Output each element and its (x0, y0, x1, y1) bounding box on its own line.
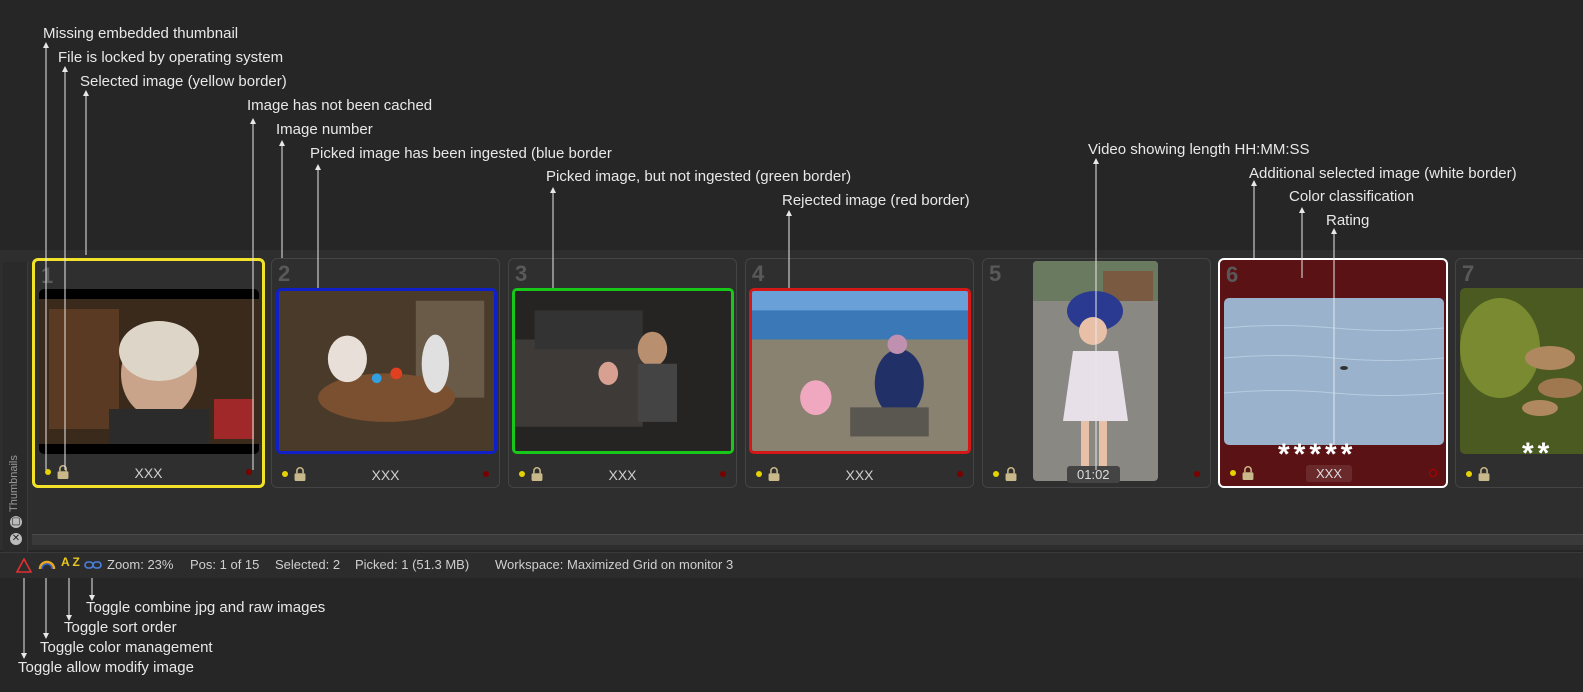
workspace-status: Workspace: Maximized Grid on monitor 3 (495, 557, 734, 572)
sort-order-icon[interactable]: A Z (61, 555, 80, 569)
image-number: 2 (278, 261, 291, 286)
annotation-rating: Rating (1326, 212, 1370, 229)
allow-modify-icon[interactable] (16, 558, 32, 573)
image-number: 3 (515, 261, 528, 286)
thumbnail-2[interactable]: 2 XXX (271, 258, 500, 488)
lock-icon (1005, 467, 1017, 481)
annotation-toggle-combine: Toggle combine jpg and raw images (86, 599, 326, 616)
thumbnail-image (512, 288, 734, 454)
not-cached-indicator (957, 471, 963, 477)
rating-stars: ** (1522, 437, 1554, 470)
missing-thumbnail-indicator (993, 471, 999, 477)
thumbnail-1[interactable]: 1 XXX (32, 258, 265, 488)
annotation-selected-yellow: Selected image (yellow border) (80, 73, 287, 90)
thumbnail-caption: XXX (845, 467, 874, 483)
annotation-video-length: Video showing length HH:MM:SS (1088, 141, 1310, 158)
thumbnail-image (749, 288, 971, 454)
thumbnail-caption: XXX (608, 467, 637, 483)
picked-status: Picked: 1 (51.3 MB) (355, 557, 470, 572)
not-cached-indicator (720, 471, 726, 477)
annotation-picked-ingested: Picked image has been ingested (blue bor… (310, 145, 612, 162)
not-cached-indicator (1429, 469, 1437, 477)
annotation-toggle-color: Toggle color management (40, 639, 213, 656)
thumbnail-5[interactable]: 5 01:02 (982, 258, 1211, 488)
position-status: Pos: 1 of 15 (190, 557, 260, 572)
thumbnail-image (276, 288, 497, 454)
image-number: 6 (1226, 262, 1239, 287)
missing-thumbnail-indicator (1230, 470, 1236, 476)
thumbnail-3[interactable]: 3 XXX (508, 258, 737, 488)
annotation-file-locked: File is locked by operating system (58, 49, 284, 66)
not-cached-indicator (483, 471, 489, 477)
annotation-picked-not-ingested: Picked image, but not ingested (green bo… (546, 168, 852, 185)
annotation-missing-thumbnail: Missing embedded thumbnail (43, 25, 239, 42)
missing-thumbnail-indicator (1466, 471, 1472, 477)
combine-raw-jpg-icon[interactable] (84, 560, 102, 570)
annotation-footer-area (0, 578, 1583, 692)
thumbnail-caption: XXX (371, 467, 400, 483)
image-number: 7 (1462, 261, 1475, 286)
annotation-additional-selected: Additional selected image (white border) (1249, 165, 1517, 182)
not-cached-indicator (246, 469, 252, 475)
color-management-icon[interactable] (38, 559, 56, 571)
thumbnail-4[interactable]: 4 XXX (745, 258, 974, 488)
zoom-status: Zoom: 23% (107, 557, 174, 572)
image-number: 1 (41, 263, 54, 288)
dock-icon[interactable]: ▢ (10, 516, 22, 528)
thumbnail-7[interactable]: 7 ** (1455, 258, 1583, 488)
thumbnail-image (39, 289, 259, 454)
annotation-not-cached: Image has not been cached (247, 97, 433, 114)
thumbnails-tab-label: Thumbnails (8, 455, 20, 512)
annotation-toggle-modify: Toggle allow modify image (18, 659, 194, 676)
selected-status: Selected: 2 (275, 557, 341, 572)
close-panel-icon[interactable]: ✕ (10, 533, 22, 545)
annotation-rejected: Rejected image (red border) (782, 192, 970, 209)
thumbnail-image (1460, 288, 1583, 454)
image-number: 5 (989, 261, 1002, 286)
image-number: 4 (752, 261, 765, 286)
thumbnail-caption: XXX (1306, 465, 1353, 482)
thumbnail-6[interactable]: 6 ***** XXX (1218, 258, 1448, 488)
annotation-image-number: Image number (276, 121, 373, 138)
thumbnail-scrollbar[interactable] (32, 534, 1583, 545)
video-thumbnail-image (1033, 261, 1158, 481)
thumbnail-caption: XXX (134, 465, 163, 481)
status-bar: A Z Zoom: 23% Pos: 1 of 15 Selected: 2 P… (0, 552, 1583, 579)
thumbnail-image (1224, 298, 1444, 445)
annotation-color-classification: Color classification (1289, 188, 1415, 205)
video-duration: 01:02 (1067, 466, 1120, 483)
annotation-toggle-sort: Toggle sort order (64, 619, 177, 636)
lock-icon (1242, 466, 1254, 480)
not-cached-indicator (1194, 471, 1200, 477)
lock-icon (1478, 467, 1490, 481)
